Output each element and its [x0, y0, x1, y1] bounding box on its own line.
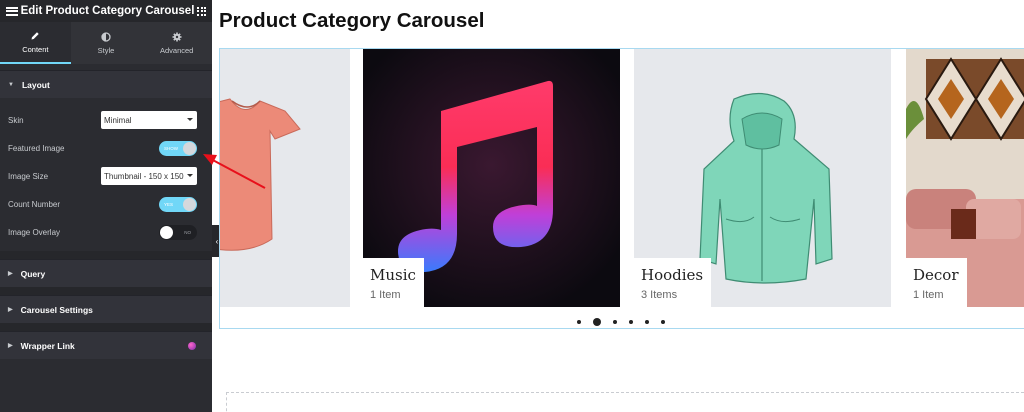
skin-control: Skin Minimal: [0, 106, 212, 134]
section-query[interactable]: ▶ Query: [0, 259, 212, 287]
card-caption: Music 1 Item: [363, 258, 424, 307]
image-size-control: Image Size Thumbnail - 150 x 150: [0, 162, 212, 190]
pro-badge-icon: [188, 341, 196, 350]
carousel-card-hoodies[interactable]: Hoodies 3 Items: [634, 49, 891, 307]
toggle-knob: [160, 225, 173, 239]
pagination-dot[interactable]: [577, 320, 581, 324]
toggle-knob: [183, 197, 196, 211]
chevron-left-icon: ‹: [215, 236, 219, 246]
tab-content-label: Content: [22, 44, 49, 54]
category-carousel[interactable]: Music 1 Item Hoodies 3 Items Decor 1 Ite…: [219, 48, 1024, 329]
gear-icon: [172, 32, 182, 41]
section-carousel-settings-label: Carousel Settings: [20, 304, 93, 315]
image-overlay-toggle-text: NO: [184, 229, 191, 235]
caret-down-icon: ▼: [8, 81, 14, 88]
caret-right-icon: ▶: [8, 343, 13, 349]
caret-right-icon: ▶: [8, 271, 13, 277]
count-number-toggle-text: YES: [164, 201, 174, 207]
dropdown-arrow-icon: [187, 118, 193, 121]
card-caption: Hoodies 3 Items: [634, 258, 712, 307]
card-count: 1 Item: [913, 289, 944, 301]
featured-image-toggle[interactable]: SHOW: [159, 140, 197, 156]
widgets-grid-icon[interactable]: [197, 6, 206, 16]
panel-tabs: Content Style Advanced: [0, 22, 212, 64]
count-number-label: Count Number: [8, 199, 61, 209]
pagination-dot[interactable]: [629, 320, 633, 324]
card-caption: Decor 1 Item: [906, 258, 967, 307]
image-size-value: Thumbnail - 150 x 150: [104, 171, 184, 181]
skin-select[interactable]: Minimal: [101, 111, 197, 129]
pagination-dot-active[interactable]: [593, 318, 601, 326]
carousel-pagination: [577, 318, 665, 326]
card-title: Decor: [913, 266, 959, 284]
featured-image-label: Featured Image: [8, 143, 65, 153]
section-layout-label: Layout: [21, 79, 50, 90]
card-title: Hoodies: [641, 266, 704, 284]
skin-value: Minimal: [104, 115, 132, 125]
card-count: 3 Items: [641, 289, 678, 301]
card-title: Music: [370, 266, 416, 284]
contrast-icon: [101, 31, 111, 42]
featured-image-control: Featured Image SHOW: [0, 134, 212, 162]
image-size-select[interactable]: Thumbnail - 150 x 150: [101, 167, 197, 185]
image-overlay-label: Image Overlay: [8, 227, 61, 237]
editor-panel: Edit Product Category Carousel Content S…: [0, 0, 212, 412]
carousel-card-music[interactable]: Music 1 Item: [363, 49, 620, 307]
empty-section-dropzone[interactable]: [226, 392, 1024, 412]
image-size-label: Image Size: [8, 171, 49, 181]
pencil-icon: [31, 31, 40, 39]
tab-advanced-label: Advanced: [160, 45, 194, 55]
count-number-toggle[interactable]: YES: [159, 196, 197, 212]
pagination-dot[interactable]: [661, 320, 665, 324]
card-count: 1 Item: [370, 289, 401, 301]
tab-style-label: Style: [97, 45, 115, 55]
section-carousel-settings[interactable]: ▶ Carousel Settings: [0, 295, 212, 323]
count-number-control: Count Number YES: [0, 190, 212, 218]
section-query-label: Query: [20, 268, 46, 279]
tab-content[interactable]: Content: [0, 22, 71, 64]
dropdown-arrow-icon: [187, 174, 193, 177]
panel-title: Edit Product Category Carousel: [20, 5, 195, 17]
page-title: Product Category Carousel: [219, 9, 485, 32]
section-wrapper-link[interactable]: ▶ Wrapper Link: [0, 331, 212, 359]
pagination-dot[interactable]: [613, 320, 617, 324]
tab-advanced[interactable]: Advanced: [141, 22, 212, 64]
annotation-arrow-icon: [203, 154, 266, 189]
panel-header: Edit Product Category Carousel: [0, 0, 212, 22]
image-overlay-toggle[interactable]: NO: [159, 224, 197, 240]
pagination-dot[interactable]: [645, 320, 649, 324]
tab-style[interactable]: Style: [71, 22, 142, 64]
section-wrapper-link-label: Wrapper Link: [20, 340, 75, 351]
section-layout[interactable]: ▼ Layout: [0, 70, 212, 98]
featured-image-toggle-text: SHOW: [164, 145, 178, 151]
menu-icon[interactable]: [6, 6, 18, 16]
skin-label: Skin: [8, 115, 24, 125]
image-overlay-control: Image Overlay NO: [0, 218, 212, 246]
carousel-card-decor[interactable]: Decor 1 Item: [906, 49, 1024, 307]
caret-right-icon: ▶: [8, 307, 13, 313]
